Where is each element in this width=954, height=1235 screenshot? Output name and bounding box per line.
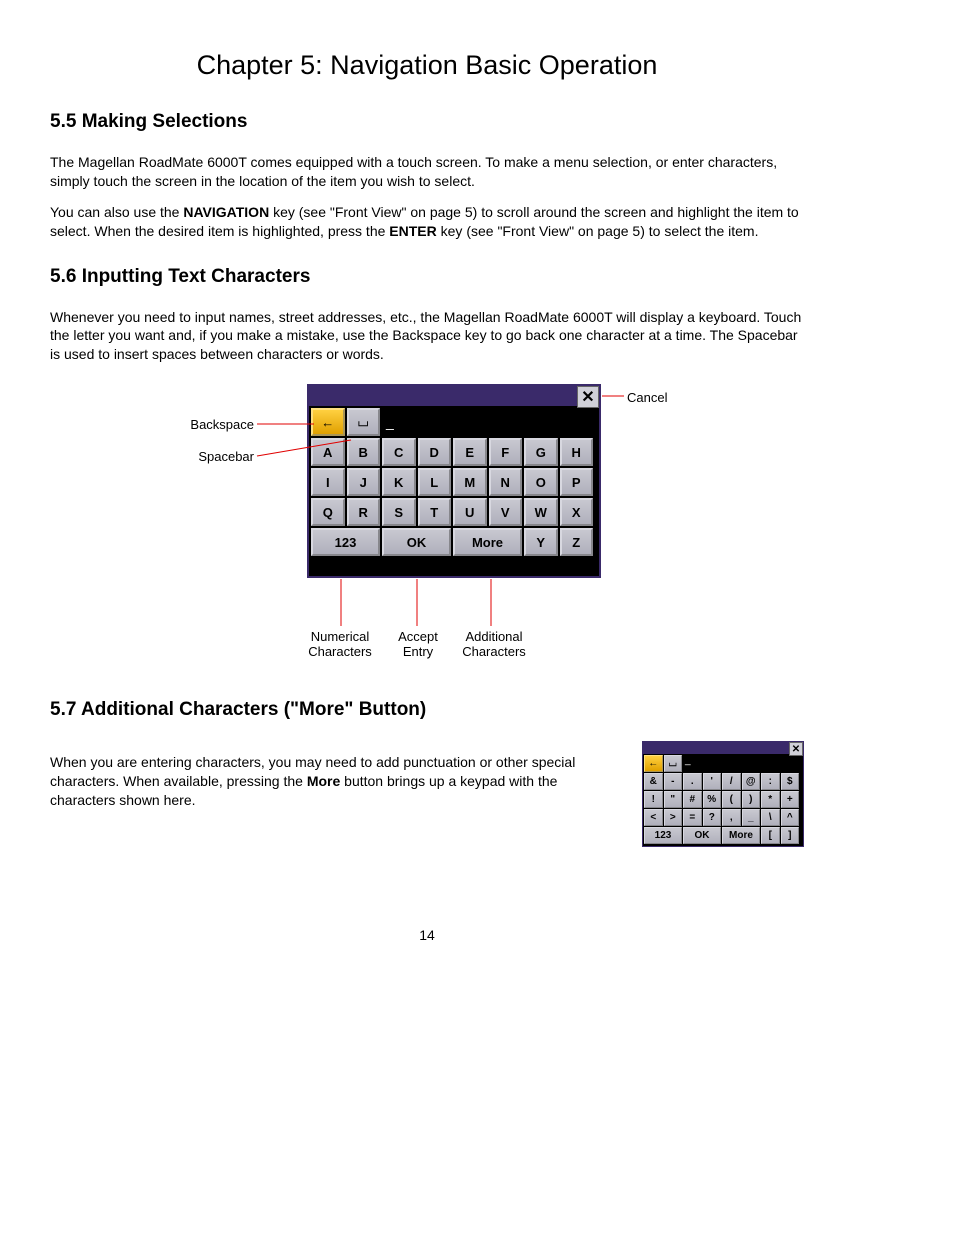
key-h[interactable]: H: [560, 438, 594, 466]
cancel-label: Cancel: [627, 390, 667, 405]
key-amp[interactable]: &: [644, 773, 663, 790]
key-j[interactable]: J: [347, 468, 381, 496]
key-dollar[interactable]: $: [781, 773, 800, 790]
key-123-small[interactable]: 123: [644, 827, 682, 844]
text: You can also use the: [50, 204, 183, 220]
accept-label: AcceptEntry: [393, 629, 443, 659]
key-under[interactable]: _: [742, 809, 761, 826]
backspace-key[interactable]: ←: [311, 408, 345, 436]
more-keyboard: ✕ ← ⌴ _ & - . ' / @ : $ ! " # %: [642, 741, 804, 847]
key-lt[interactable]: <: [644, 809, 663, 826]
key-o[interactable]: O: [524, 468, 558, 496]
key-more[interactable]: More: [453, 528, 522, 556]
key-b[interactable]: B: [347, 438, 381, 466]
key-plus[interactable]: +: [781, 791, 800, 808]
key-t[interactable]: T: [418, 498, 452, 526]
key-rbracket[interactable]: ]: [781, 827, 800, 844]
key-n[interactable]: N: [489, 468, 523, 496]
key-x[interactable]: X: [560, 498, 594, 526]
backspace-key-small[interactable]: ←: [644, 755, 663, 772]
sec57-para1: When you are entering characters, you ma…: [50, 753, 622, 810]
spacebar-key[interactable]: ⌴: [347, 408, 381, 436]
key-eq[interactable]: =: [683, 809, 702, 826]
key-comma[interactable]: ,: [722, 809, 741, 826]
key-w[interactable]: W: [524, 498, 558, 526]
chapter-title: Chapter 5: Navigation Basic Operation: [50, 50, 804, 81]
key-f[interactable]: F: [489, 438, 523, 466]
key-g[interactable]: G: [524, 438, 558, 466]
key-l[interactable]: L: [418, 468, 452, 496]
key-quote[interactable]: ": [664, 791, 683, 808]
key-gt[interactable]: >: [664, 809, 683, 826]
key-pct[interactable]: %: [703, 791, 722, 808]
key-bslash[interactable]: \: [761, 809, 780, 826]
section-5-6-heading: 5.6 Inputting Text Characters: [50, 266, 804, 288]
key-slash[interactable]: /: [722, 773, 741, 790]
cancel-button-small[interactable]: ✕: [789, 742, 803, 756]
key-at[interactable]: @: [742, 773, 761, 790]
input-cursor-small: _: [683, 755, 802, 772]
cancel-button[interactable]: ✕: [577, 386, 599, 408]
onscreen-keyboard: ✕ ← ⌴ _ A B C D E F G H I J K L: [307, 384, 601, 578]
sec55-para1: The Magellan RoadMate 6000T comes equipp…: [50, 153, 804, 191]
key-colon[interactable]: :: [761, 773, 780, 790]
spacebar-label: Spacebar: [197, 449, 254, 464]
key-c[interactable]: C: [382, 438, 416, 466]
more-bold: More: [307, 773, 340, 789]
key-d[interactable]: D: [418, 438, 452, 466]
additional-label: AdditionalCharacters: [459, 629, 529, 659]
keyboard-figure: ✕ ← ⌴ _ A B C D E F G H I J K L: [177, 384, 677, 669]
key-i[interactable]: I: [311, 468, 345, 496]
key-qmark[interactable]: ?: [703, 809, 722, 826]
key-hash[interactable]: #: [683, 791, 702, 808]
navigation-key-bold: NAVIGATION: [183, 204, 269, 220]
sec56-para1: Whenever you need to input names, street…: [50, 308, 804, 365]
input-cursor: _: [382, 408, 597, 436]
keyboard-titlebar: ✕: [309, 386, 599, 406]
key-e[interactable]: E: [453, 438, 487, 466]
sec55-para2: You can also use the NAVIGATION key (see…: [50, 203, 804, 241]
key-v[interactable]: V: [489, 498, 523, 526]
key-p[interactable]: P: [560, 468, 594, 496]
key-dot[interactable]: .: [683, 773, 702, 790]
key-caret[interactable]: ^: [781, 809, 800, 826]
section-5-5-heading: 5.5 Making Selections: [50, 111, 804, 133]
key-apos[interactable]: ': [703, 773, 722, 790]
key-123[interactable]: 123: [311, 528, 380, 556]
page-number: 14: [50, 927, 804, 943]
key-k[interactable]: K: [382, 468, 416, 496]
key-s[interactable]: S: [382, 498, 416, 526]
key-rparen[interactable]: ): [742, 791, 761, 808]
key-lbracket[interactable]: [: [761, 827, 780, 844]
spacebar-key-small[interactable]: ⌴: [664, 755, 683, 772]
key-a[interactable]: A: [311, 438, 345, 466]
key-z[interactable]: Z: [560, 528, 594, 556]
key-m[interactable]: M: [453, 468, 487, 496]
key-q[interactable]: Q: [311, 498, 345, 526]
key-u[interactable]: U: [453, 498, 487, 526]
key-excl[interactable]: !: [644, 791, 663, 808]
key-star[interactable]: *: [761, 791, 780, 808]
section-5-7-heading: 5.7 Additional Characters ("More" Button…: [50, 699, 804, 721]
key-y[interactable]: Y: [524, 528, 558, 556]
text: key (see "Front View" on page 5) to sele…: [437, 223, 759, 239]
key-more-small[interactable]: More: [722, 827, 760, 844]
key-r[interactable]: R: [347, 498, 381, 526]
key-lparen[interactable]: (: [722, 791, 741, 808]
key-ok[interactable]: OK: [382, 528, 451, 556]
enter-key-bold: ENTER: [389, 223, 436, 239]
key-ok-small[interactable]: OK: [683, 827, 721, 844]
backspace-label: Backspace: [189, 417, 254, 432]
key-dash[interactable]: -: [664, 773, 683, 790]
numerical-label: NumericalCharacters: [305, 629, 375, 659]
